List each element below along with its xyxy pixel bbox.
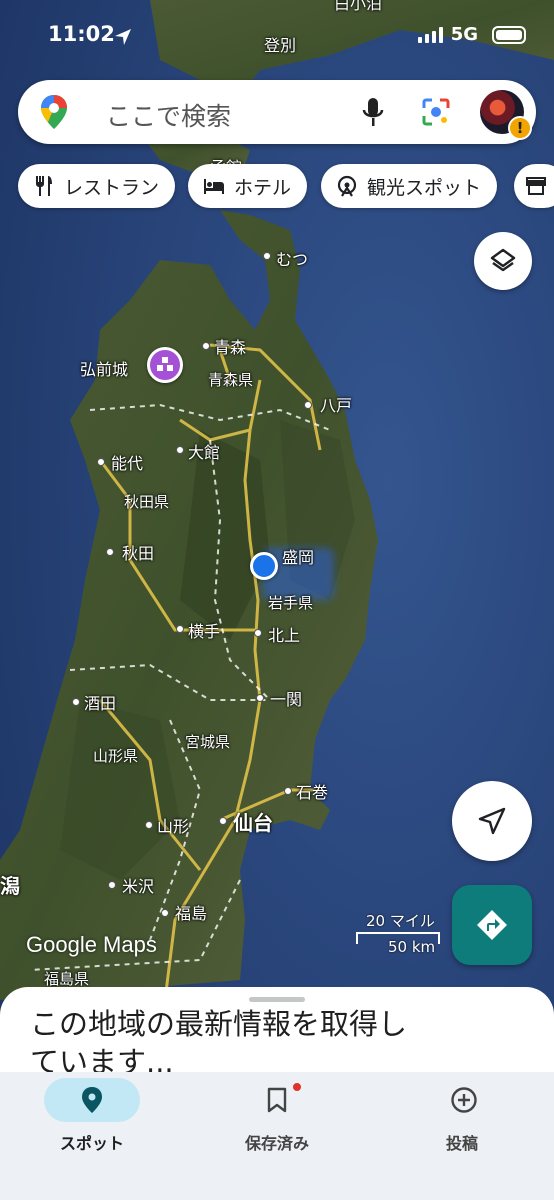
- nav-explore-indicator: [44, 1078, 140, 1122]
- map-label-ichinoseki: 一関: [270, 690, 303, 709]
- map-label-aomori: 青森: [214, 338, 247, 357]
- directions-icon: [477, 910, 507, 940]
- nav-item-saved[interactable]: 保存済み: [207, 1078, 347, 1158]
- google-lens-icon[interactable]: [420, 96, 452, 128]
- restaurant-icon: [36, 176, 52, 196]
- map-dot-ishinomaki: [284, 787, 292, 795]
- map-label-sakata: 酒田: [84, 694, 117, 713]
- nav-label-contribute: 投稿: [445, 1134, 478, 1153]
- notification-dot: [292, 1082, 302, 1092]
- account-avatar[interactable]: !: [480, 90, 532, 140]
- map-dot-odate: [176, 446, 184, 454]
- map-label-morioka: 盛岡: [282, 548, 315, 567]
- map-label-fukushima: 福島: [175, 904, 208, 923]
- map-dot-sendai: [219, 817, 227, 825]
- map-label-noshiro: 能代: [111, 454, 144, 473]
- map-label-niigata: 潟: [0, 874, 20, 898]
- map-dot-yamagata: [145, 821, 153, 829]
- map-label-akita-pref: 秋田県: [124, 493, 170, 511]
- navigation-arrow-icon: [478, 807, 506, 835]
- status-indicators: 5G: [417, 24, 526, 45]
- chip-restaurants-label: レストラン: [64, 176, 160, 199]
- map-label-odate: 大館: [188, 443, 221, 462]
- castle-poi-pin[interactable]: [147, 347, 183, 383]
- current-location-dot: [250, 552, 278, 580]
- scale-miles-label: 20 マイル: [366, 912, 435, 930]
- map-label-yamagata-pref: 山形県: [93, 747, 139, 765]
- map-label-hirosakijo[interactable]: 弘前城: [80, 356, 128, 380]
- status-bar: 11:02 5G: [0, 0, 554, 72]
- chip-hotels-label: ホテル: [234, 176, 292, 199]
- chip-store[interactable]: [514, 164, 554, 208]
- map-dot-fukushima: [161, 909, 169, 917]
- map-dot-yonezawa: [108, 881, 116, 889]
- cellular-signal-icon: [417, 26, 443, 43]
- my-location-button[interactable]: [452, 781, 532, 861]
- search-bar[interactable]: ここで検索 !: [18, 80, 536, 144]
- map-label-akita: 秋田: [122, 544, 155, 563]
- map-label-hachinohe: 八戸: [320, 396, 353, 415]
- google-maps-pin-icon: [41, 95, 67, 129]
- map-dot-ichinoseki: [256, 694, 264, 702]
- map-dot-yokote: [176, 625, 184, 633]
- map-dot-aomori: [202, 342, 210, 350]
- google-maps-watermark: Google Maps: [26, 932, 157, 957]
- nav-item-contribute[interactable]: 投稿: [392, 1078, 532, 1158]
- bottom-sheet[interactable]: この地域の最新情報を取得しています...: [0, 987, 554, 1079]
- map-label-fukushima-pref: 福島県: [44, 970, 90, 988]
- map-label-yamagata: 山形: [157, 817, 190, 836]
- sheet-status-text: この地域の最新情報を取得しています...: [30, 1007, 408, 1079]
- nav-contribute-indicator: [414, 1078, 510, 1122]
- map-scale: 20 マイル 50 km: [352, 910, 442, 960]
- hotel-icon: [204, 179, 224, 194]
- map-label-miyagi-pref: 宮城県: [185, 733, 231, 751]
- chip-attractions[interactable]: 観光スポット: [321, 164, 498, 208]
- map-label-iwate-pref: 岩手県: [268, 594, 314, 612]
- chip-attractions-label: 観光スポット: [367, 176, 482, 199]
- layers-button[interactable]: [474, 232, 532, 290]
- map-dot-akita: [106, 548, 114, 556]
- map-dot-mutsu: [263, 252, 271, 260]
- scale-km-label: 50 km: [388, 938, 436, 956]
- nav-item-explore[interactable]: スポット: [22, 1078, 162, 1158]
- map-label-kitakami: 北上: [268, 626, 301, 645]
- map-label-mutsu: むつ: [276, 250, 309, 269]
- directions-button[interactable]: [452, 885, 532, 965]
- nav-saved-indicator: [229, 1078, 325, 1122]
- attraction-icon: [337, 175, 357, 197]
- pin-icon: [82, 1087, 102, 1113]
- map-dot-sakata: [72, 698, 80, 706]
- map-dot-kitakami: [254, 629, 262, 637]
- map-label-yonezawa: 米沢: [122, 877, 155, 896]
- bookmark-icon: [267, 1087, 287, 1113]
- map-dot-hachinohe: [304, 401, 312, 409]
- map-label-aomori-pref: 青森県: [208, 371, 254, 389]
- nav-label-saved: 保存済み: [244, 1134, 309, 1153]
- map-dot-noshiro: [97, 458, 105, 466]
- store-icon: [526, 177, 546, 195]
- chip-restaurants[interactable]: レストラン: [18, 164, 176, 208]
- sheet-drag-handle[interactable]: [249, 997, 305, 1002]
- map-label-ishinomaki: 石巻: [296, 783, 329, 802]
- network-type: 5G: [450, 24, 478, 45]
- chip-hotels[interactable]: ホテル: [188, 164, 308, 208]
- add-circle-icon: [451, 1087, 477, 1113]
- alert-badge-icon: !: [508, 116, 532, 140]
- status-time: 11:02: [48, 22, 115, 46]
- bottom-navigation: スポット 保存済み 投稿: [0, 1072, 554, 1200]
- map-label-sendai: 仙台: [233, 811, 273, 835]
- search-input[interactable]: ここで検索: [106, 97, 231, 133]
- location-arrow-icon: [115, 29, 131, 45]
- nav-label-explore: スポット: [59, 1134, 124, 1153]
- microphone-icon[interactable]: [358, 96, 388, 128]
- battery-icon: [492, 25, 526, 44]
- map-label-yokote: 横手: [188, 622, 221, 641]
- layers-icon: [490, 248, 516, 272]
